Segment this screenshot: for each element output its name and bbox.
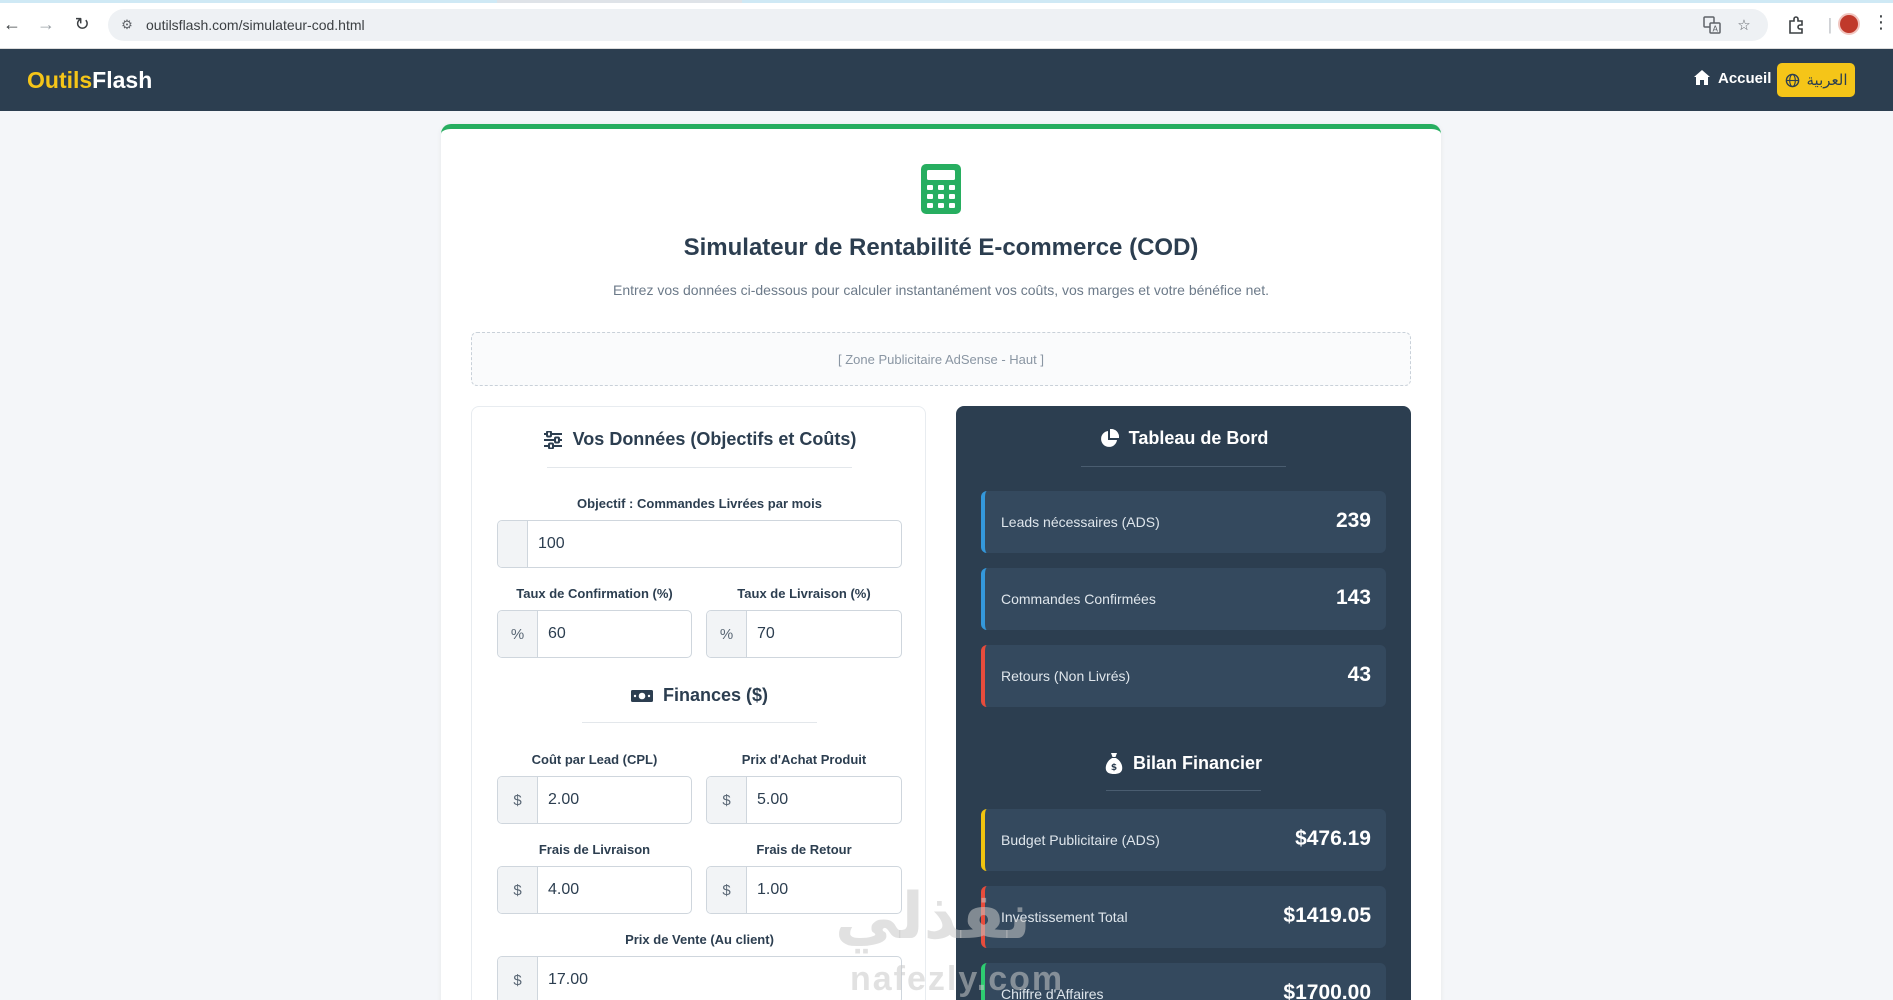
stat-value: 43 [1347,663,1371,686]
dollar-prefix: $ [498,957,538,1000]
sliders-icon [543,430,562,449]
browser-toolbar: ← → ↻ ⚙ outilsflash.com/simulateur-cod.h… [0,0,1893,49]
site-info-icon[interactable]: ⚙ [118,16,136,34]
return-fee-label: Frais de Retour [756,842,852,857]
more-menu-icon[interactable]: ⋮ [1872,12,1890,33]
section-divider [547,467,852,468]
delivery-rate-input[interactable]: % 70 [706,610,902,658]
stat-label: Commandes Confirmées [1001,591,1156,607]
money-bag-icon: $ [1105,753,1123,774]
confirmation-label: Taux de Confirmation (%) [516,586,673,601]
inputs-section-title: Vos Données (Objectifs et Coûts) [572,429,857,449]
dollar-prefix: $ [707,867,747,913]
back-icon[interactable]: ← [0,12,24,36]
confirmation-value[interactable]: 60 [538,611,566,657]
translate-icon[interactable]: A [1702,15,1722,35]
home-label: Accueil [1718,69,1772,87]
reload-icon[interactable]: ↻ [70,12,94,36]
simulator-card: Simulateur de Rentabilité E-commerce (CO… [441,124,1441,1000]
delivery-rate-value[interactable]: 70 [747,611,775,657]
shipping-input[interactable]: $ 4.00 [497,866,692,914]
section-divider [582,722,817,723]
stat-card-returns: Retours (Non Livrés) 43 [981,645,1386,707]
finances-section-title: Finances ($) [662,685,769,705]
stat-card-leads: Leads nécessaires (ADS) 239 [981,491,1386,553]
tab-strip [0,0,1893,3]
sale-price-input[interactable]: $ 17.00 [497,956,902,1000]
profile-avatar[interactable] [1838,13,1860,35]
page-subtitle: Entrez vos données ci-dessous pour calcu… [612,282,1270,298]
pie-chart-icon [1100,428,1119,447]
confirmation-input[interactable]: % 60 [497,610,692,658]
stat-value: 239 [1335,509,1371,532]
purchase-price-input[interactable]: $ 5.00 [706,776,902,824]
percent-prefix: % [498,611,538,657]
brand-logo[interactable]: OutilsFlash [27,67,152,94]
financial-card-investment: Investissement Total $1419.05 [981,886,1386,948]
purchase-price-label: Prix d'Achat Produit [741,752,867,767]
svg-text:$: $ [1111,763,1117,773]
inputs-section-header: Vos Données (Objectifs et Coûts) [472,429,927,450]
shipping-value[interactable]: 4.00 [538,867,579,913]
calculator-icon [921,164,961,214]
dashboard-title: Tableau de Bord [1128,428,1269,448]
svg-text:A: A [1713,25,1719,34]
stat-label: Budget Publicitaire (ADS) [1001,832,1160,848]
purchase-price-value[interactable]: 5.00 [747,777,788,823]
watermark: نفذلي nafezly.com [835,880,1062,998]
percent-prefix: % [707,611,747,657]
dollar-prefix: $ [707,777,747,823]
sale-price-value[interactable]: 17.00 [538,957,588,1000]
cpl-input[interactable]: $ 2.00 [497,776,692,824]
globe-icon [1785,73,1799,87]
dollar-prefix: $ [498,867,538,913]
forward-icon[interactable]: → [34,12,58,36]
section-divider [1081,466,1286,467]
stat-card-confirmed: Commandes Confirmées 143 [981,568,1386,630]
watermark-arabic: نفذلي [835,880,1031,954]
language-label: العربية [1806,72,1848,89]
section-divider [1106,790,1261,791]
home-icon [1694,70,1710,85]
extensions-icon[interactable] [1784,13,1808,37]
url-text[interactable]: outilsflash.com/simulateur-cod.html [146,17,365,33]
stat-value: 143 [1335,586,1371,609]
finances-section-header: Finances ($) [472,685,927,706]
financial-card-budget: Budget Publicitaire (ADS) $476.19 [981,809,1386,871]
home-link[interactable]: Accueil [1693,69,1771,87]
orders-prefix [498,521,528,567]
dashboard-header: Tableau de Bord [956,428,1411,449]
stat-value: $476.19 [1295,827,1371,850]
dollar-prefix: $ [498,777,538,823]
shipping-label: Frais de Livraison [538,842,651,857]
return-fee-value[interactable]: 1.00 [747,867,788,913]
address-bar[interactable]: ⚙ outilsflash.com/simulateur-cod.html A … [108,9,1768,41]
money-icon [630,689,653,702]
language-button[interactable]: العربية [1777,63,1855,97]
orders-value[interactable]: 100 [528,521,565,567]
ad-zone: [ Zone Publicitaire AdSense - Haut ] [471,332,1411,386]
financial-title: Bilan Financier [1132,752,1263,773]
bookmark-star-icon[interactable]: ☆ [1734,15,1754,35]
cpl-value[interactable]: 2.00 [538,777,579,823]
orders-input[interactable]: 100 [497,520,902,568]
stat-label: Leads nécessaires (ADS) [1001,514,1160,530]
watermark-latin: nafezly.com [850,960,1065,998]
site-navbar: OutilsFlash Accueil العربية [0,49,1893,111]
orders-label: Objectif : Commandes Livrées par mois [577,496,822,511]
financial-header: $ Bilan Financier [956,752,1411,774]
cpl-label: Coût par Lead (CPL) [531,752,658,767]
stat-value: $1419.05 [1283,904,1371,927]
stat-value: $1700.00 [1283,981,1371,1000]
stat-label: Retours (Non Livrés) [1001,668,1131,684]
delivery-rate-label: Taux de Livraison (%) [737,586,871,601]
page-title: Simulateur de Rentabilité E-commerce (CO… [683,234,1199,261]
